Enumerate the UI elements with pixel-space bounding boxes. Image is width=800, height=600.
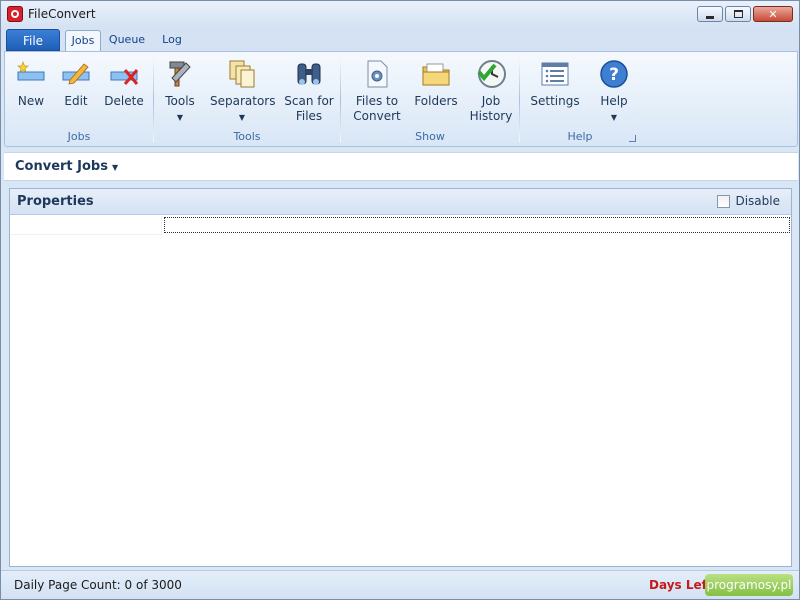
- scan-label-line2: Files: [295, 109, 323, 123]
- status-bar: Daily Page Count: 0 of 3000 Days Left: p…: [1, 570, 799, 599]
- group-help: Settings ? Help ▼ Help: [520, 54, 640, 146]
- delete-label: Delete: [104, 94, 144, 108]
- binoculars-icon: [293, 58, 325, 90]
- files-label-line2: Convert: [353, 109, 401, 123]
- file-tab[interactable]: File: [6, 29, 60, 51]
- files-to-convert-button[interactable]: Files to Convert: [351, 58, 403, 124]
- settings-button[interactable]: Settings: [530, 58, 580, 109]
- property-value-cell[interactable]: [164, 217, 790, 233]
- edit-button[interactable]: Edit: [58, 58, 94, 109]
- group-show: Files to Convert Folders Job History Sho…: [341, 54, 519, 146]
- group-label-tools: Tools: [233, 130, 261, 143]
- maximize-button[interactable]: [725, 6, 751, 22]
- new-job-icon: [15, 58, 47, 90]
- ribbon-tab-row: File Jobs Queue Log: [1, 28, 799, 51]
- edit-label: Edit: [64, 94, 88, 108]
- disable-label: Disable: [735, 194, 780, 208]
- property-name-cell: [10, 216, 162, 235]
- dialog-launcher-icon[interactable]: [629, 135, 636, 142]
- group-jobs: New Edit Delete Jobs: [5, 54, 153, 146]
- folders-label: Folders: [414, 94, 458, 108]
- property-row[interactable]: [10, 216, 791, 235]
- delete-button[interactable]: Delete: [103, 58, 145, 109]
- minimize-button[interactable]: [697, 6, 723, 22]
- job-history-icon: [475, 58, 507, 90]
- tab-jobs[interactable]: Jobs: [65, 30, 101, 51]
- new-button[interactable]: New: [13, 58, 49, 109]
- tab-log[interactable]: Log: [156, 30, 188, 51]
- edit-job-icon: [60, 58, 92, 90]
- help-icon: ?: [598, 58, 630, 90]
- disable-checkbox[interactable]: [717, 194, 731, 208]
- folders-button[interactable]: Folders: [411, 58, 461, 109]
- watermark-logo: programosy.pl: [705, 574, 793, 596]
- minimize-icon: [706, 15, 714, 19]
- history-label-line2: History: [469, 109, 513, 123]
- scan-label-line1: Scan for: [284, 94, 334, 108]
- help-button[interactable]: ? Help ▼: [592, 58, 636, 125]
- close-button[interactable]: ✕: [753, 6, 793, 22]
- settings-label: Settings: [530, 94, 580, 108]
- help-label: Help: [600, 94, 628, 108]
- files-to-convert-icon: [361, 58, 393, 90]
- tools-dropdown-icon: ▼: [176, 113, 184, 122]
- tab-queue[interactable]: Queue: [105, 30, 149, 51]
- properties-header: Properties Disable: [10, 189, 791, 215]
- app-logo-icon[interactable]: [7, 6, 23, 22]
- scan-for-files-button[interactable]: Scan for Files: [282, 58, 336, 124]
- job-history-button[interactable]: Job History: [467, 58, 515, 124]
- maximize-icon: [733, 10, 743, 18]
- tools-button[interactable]: Tools ▼: [162, 58, 198, 125]
- title-bar: FileConvert ✕: [1, 1, 799, 28]
- window-controls: ✕: [697, 6, 793, 22]
- svg-text:?: ?: [609, 65, 619, 85]
- group-label-show: Show: [415, 130, 445, 143]
- history-label-line1: Job: [481, 94, 501, 108]
- convert-jobs-dropdown[interactable]: Convert Jobs ▼: [15, 159, 118, 174]
- window-title: FileConvert: [28, 7, 96, 21]
- separators-label: Separators: [210, 94, 276, 108]
- help-dropdown-icon: ▼: [610, 113, 618, 122]
- app-window: FileConvert ✕ File Jobs Queue Log New Ed…: [0, 0, 800, 600]
- separators-dropdown-icon: ▼: [238, 113, 246, 122]
- properties-panel: Properties Disable: [9, 188, 792, 567]
- folders-icon: [420, 58, 452, 90]
- properties-title: Properties: [17, 194, 94, 209]
- ribbon: New Edit Delete Jobs Tools ▼ Separators …: [4, 51, 798, 147]
- daily-page-count: Daily Page Count: 0 of 3000: [14, 578, 182, 592]
- chevron-down-icon: ▼: [111, 163, 119, 172]
- separators-icon: [226, 58, 258, 90]
- files-label-line1: Files to: [355, 94, 399, 108]
- tools-icon: [164, 58, 196, 90]
- convert-jobs-label: Convert Jobs: [15, 159, 108, 174]
- group-tools: Tools ▼ Separators ▼ Scan for Files Tool…: [154, 54, 340, 146]
- new-label: New: [17, 94, 45, 108]
- tools-label: Tools: [165, 94, 195, 108]
- group-label-jobs: Jobs: [67, 130, 91, 143]
- command-bar: Convert Jobs ▼: [4, 152, 798, 181]
- separators-button[interactable]: Separators ▼: [210, 58, 276, 125]
- disable-toggle[interactable]: Disable: [717, 194, 780, 208]
- settings-icon: [539, 58, 571, 90]
- delete-job-icon: [108, 58, 140, 90]
- group-label-help: Help: [567, 130, 593, 143]
- close-icon: ✕: [768, 7, 778, 21]
